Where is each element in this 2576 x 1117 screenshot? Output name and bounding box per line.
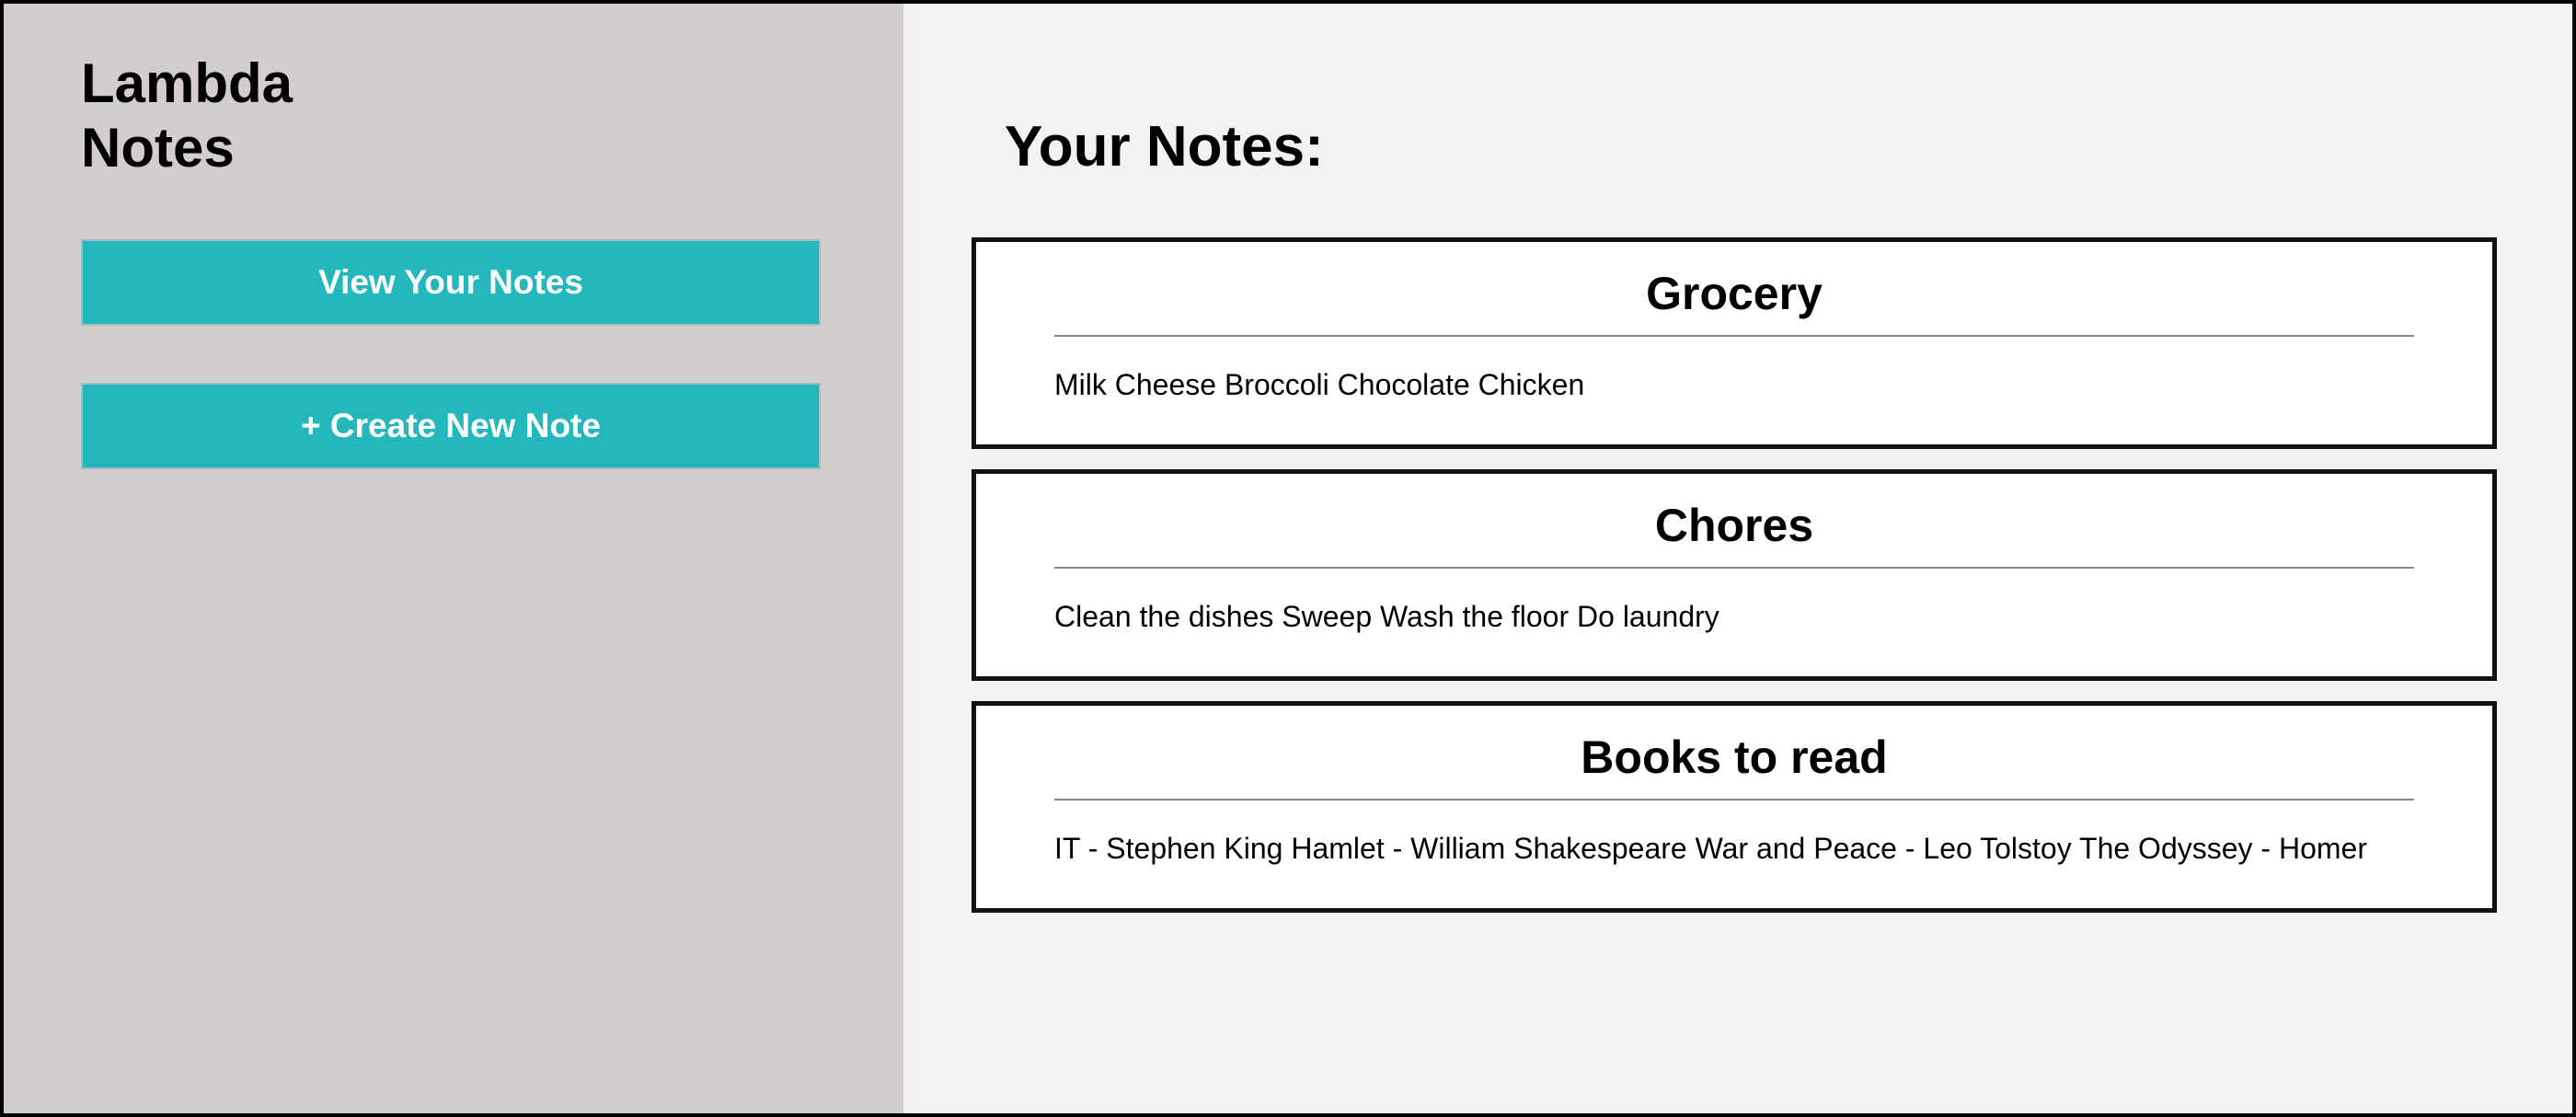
create-note-button[interactable]: + Create New Note xyxy=(81,383,821,469)
note-body: Clean the dishes Sweep Wash the floor Do… xyxy=(1054,600,1719,633)
sidebar: Lambda Notes View Your Notes + Create Ne… xyxy=(4,4,903,1113)
note-title: Books to read xyxy=(1054,729,2414,800)
view-notes-button[interactable]: View Your Notes xyxy=(81,239,821,326)
main-content: Your Notes: Grocery Milk Cheese Broccoli… xyxy=(903,4,2572,1113)
notes-list: Grocery Milk Cheese Broccoli Chocolate C… xyxy=(972,237,2572,913)
note-body: Milk Cheese Broccoli Chocolate Chicken xyxy=(1054,368,1585,401)
note-card-books[interactable]: Books to read IT - Stephen King Hamlet -… xyxy=(972,701,2497,913)
app-title: Lambda Notes xyxy=(81,52,293,178)
note-card-grocery[interactable]: Grocery Milk Cheese Broccoli Chocolate C… xyxy=(972,237,2497,449)
app-window: Lambda Notes View Your Notes + Create Ne… xyxy=(0,0,2576,1117)
note-title: Grocery xyxy=(1054,265,2414,337)
note-card-chores[interactable]: Chores Clean the dishes Sweep Wash the f… xyxy=(972,469,2497,681)
note-body: IT - Stephen King Hamlet - William Shake… xyxy=(1054,832,2367,865)
note-title: Chores xyxy=(1054,497,2414,569)
page-title: Your Notes: xyxy=(1005,115,1324,178)
